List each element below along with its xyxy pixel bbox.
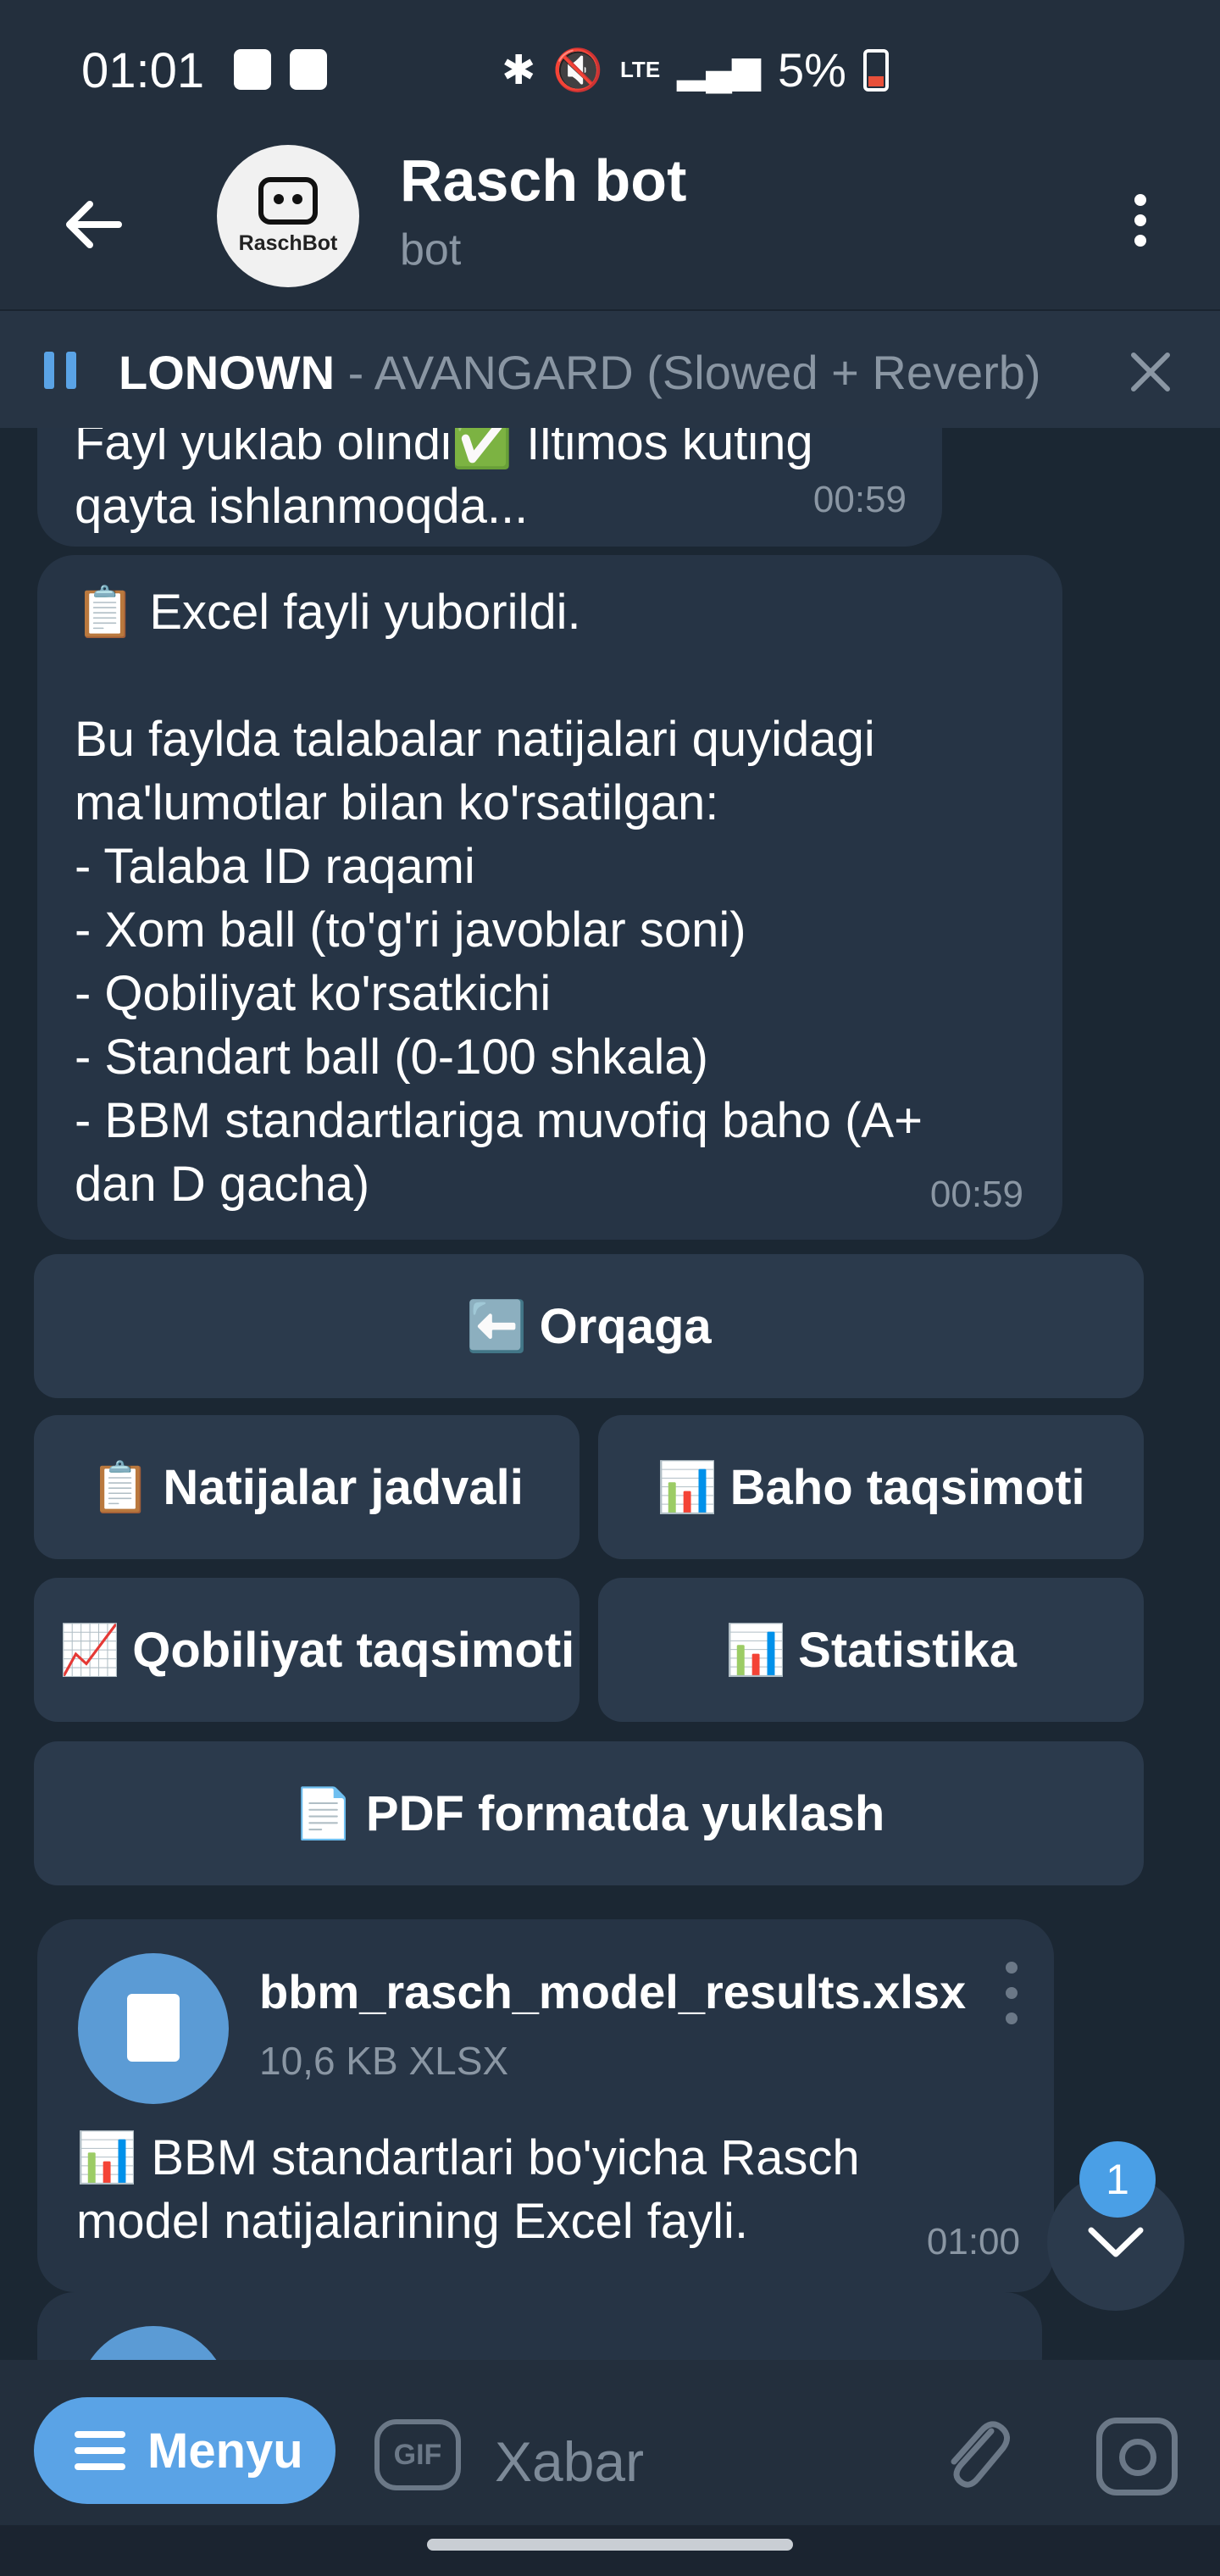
back-arrow-icon[interactable] xyxy=(59,191,127,258)
back-button[interactable]: ⬅️ Orqaga xyxy=(34,1254,1144,1398)
bot-menu-button[interactable]: Menyu xyxy=(34,2397,336,2504)
avatar-label: RaschBot xyxy=(238,230,338,255)
pause-icon[interactable] xyxy=(44,352,76,389)
unread-count-badge: 1 xyxy=(1079,2141,1156,2218)
pdf-download-button[interactable]: 📄 PDF formatda yuklash xyxy=(34,1741,1144,1885)
message-text: Fayl yuklab olindi✅ Iltimos kuting qayta… xyxy=(75,428,813,534)
results-table-button[interactable]: 📋 Natijalar jadvali xyxy=(34,1415,580,1559)
system-icons: ✱ 🔇 LTE ▂▄▆ 5% xyxy=(502,42,889,97)
robot-icon xyxy=(258,176,318,225)
alert-icon xyxy=(234,49,271,90)
message-time: 00:59 xyxy=(812,479,907,520)
file-download-icon[interactable] xyxy=(78,1953,229,2104)
image-icon xyxy=(290,49,327,90)
document-icon: 📄 xyxy=(292,1784,354,1842)
message-text: 📋 Excel fayli yuborildi. Bu faylda talab… xyxy=(75,585,923,1212)
bluetooth-icon: ✱ xyxy=(502,47,536,93)
lte-label: LTE xyxy=(619,57,661,82)
track-title: - AVANGARD (Slowed + Reverb) xyxy=(335,346,1041,399)
bot-avatar[interactable]: RaschBot xyxy=(217,145,359,287)
chat-subtitle: bot xyxy=(400,225,462,275)
clipboard-icon: 📋 xyxy=(90,1457,152,1516)
back-emoji-icon: ⬅️ xyxy=(466,1296,528,1355)
file-message-bubble[interactable]: bbm_rasch_model_results.xlsx 10,6 KB XLS… xyxy=(37,1919,1054,2292)
ability-distribution-button[interactable]: 📈 Qobiliyat taqsimoti xyxy=(34,1578,580,1722)
statistics-button[interactable]: 📊 Statistika xyxy=(598,1578,1144,1722)
ability-distribution-label: Qobiliyat taqsimoti xyxy=(132,1622,575,1678)
message-input-bar: Menyu GIF xyxy=(0,2360,1220,2525)
file-download-icon[interactable] xyxy=(78,2326,229,2360)
menu-button-label: Menyu xyxy=(147,2423,303,2479)
message-bubble[interactable]: Fayl yuklab olindi✅ Iltimos kuting qayta… xyxy=(37,428,942,547)
system-nav-bar xyxy=(0,2525,1220,2576)
track-artist: LONOWN xyxy=(119,346,336,399)
home-indicator[interactable] xyxy=(427,2539,793,2551)
mute-icon: 🔇 xyxy=(552,48,603,93)
file-options-icon[interactable] xyxy=(1003,1962,1020,2024)
close-icon[interactable] xyxy=(1127,348,1174,396)
results-table-label: Natijalar jadvali xyxy=(163,1459,524,1515)
chevron-down-icon xyxy=(1088,2227,1144,2257)
chat-title[interactable]: Rasch bot xyxy=(400,147,686,214)
message-bubble[interactable]: 📋 Excel fayli yuborildi. Bu faylda talab… xyxy=(37,555,1062,1240)
file-name[interactable]: bbm_rasch_model_results.xlsx xyxy=(259,1960,966,2024)
bar-chart-icon: 📊 xyxy=(657,1457,718,1516)
grade-distribution-label: Baho taqsimoti xyxy=(729,1459,1085,1515)
chat-header: RaschBot Rasch bot bot xyxy=(0,140,1220,309)
bar-chart-icon: 📊 xyxy=(724,1620,787,1679)
music-player-bar[interactable]: LONOWN - AVANGARD (Slowed + Reverb) xyxy=(0,309,1220,428)
paperclip-icon[interactable] xyxy=(939,2412,1015,2497)
statistics-label: Statistika xyxy=(798,1622,1018,1678)
battery-percent: 5% xyxy=(778,43,846,97)
trend-chart-icon: 📈 xyxy=(59,1620,121,1679)
camera-icon[interactable] xyxy=(1096,2418,1178,2496)
message-time: 01:00 xyxy=(926,2221,1020,2262)
file-meta: 10,6 KB XLSX xyxy=(259,2039,509,2083)
menu-icon xyxy=(75,2431,125,2470)
grade-distribution-button[interactable]: 📊 Baho taqsimoti xyxy=(598,1415,1144,1559)
file-caption: 📊 BBM standartlari bo'yicha Rasch model … xyxy=(76,2130,860,2249)
status-bar: 01:01 ✱ 🔇 LTE ▂▄▆ 5% xyxy=(0,0,1220,140)
message-input[interactable] xyxy=(495,2428,918,2496)
chat-area[interactable]: Fayl yuklab olindi✅ Iltimos kuting qayta… xyxy=(0,428,1220,2360)
track-info[interactable]: LONOWN - AVANGARD (Slowed + Reverb) xyxy=(119,345,1041,400)
more-options-icon[interactable] xyxy=(1115,182,1166,258)
battery-icon xyxy=(862,48,889,92)
status-time: 01:01 xyxy=(81,43,205,98)
back-button-label: Orqaga xyxy=(539,1298,712,1354)
notification-icons xyxy=(234,49,327,90)
next-message-peek[interactable] xyxy=(37,2292,1042,2360)
signal-icon: ▂▄▆ xyxy=(677,49,762,91)
pdf-download-label: PDF formatda yuklash xyxy=(365,1785,885,1841)
gif-icon[interactable]: GIF xyxy=(374,2419,461,2490)
message-time: 00:59 xyxy=(929,1174,1023,1215)
